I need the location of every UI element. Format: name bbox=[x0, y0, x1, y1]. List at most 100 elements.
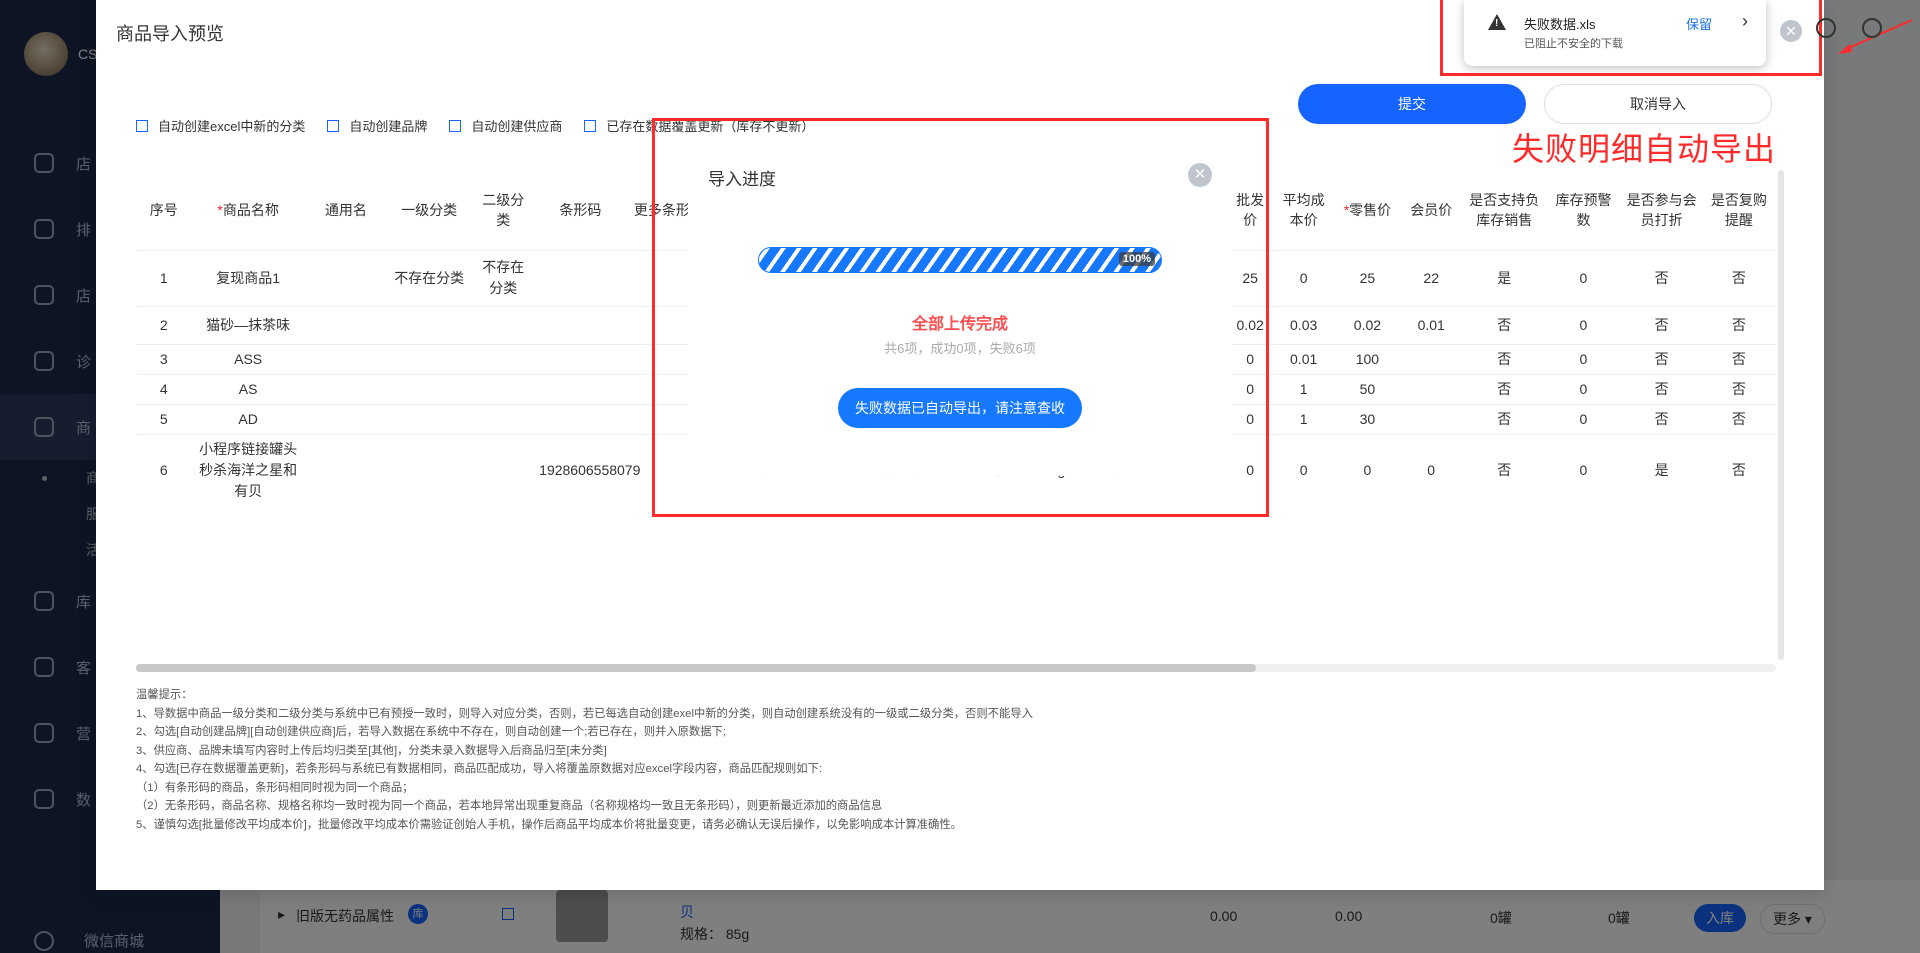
checkbox[interactable] bbox=[449, 119, 462, 132]
table-cell: 否 bbox=[1701, 305, 1776, 344]
table-cell bbox=[471, 373, 536, 404]
vertical-scrollbar[interactable] bbox=[1778, 170, 1784, 660]
column-header-label: 一级分类 bbox=[401, 201, 458, 218]
table-cell: 0.02 bbox=[1335, 305, 1400, 344]
table-cell bbox=[304, 249, 388, 306]
annotation-box-modal bbox=[652, 118, 1269, 517]
table-cell: 否 bbox=[1463, 403, 1546, 434]
column-header: *零售价 bbox=[1336, 170, 1400, 250]
option-auto-brand[interactable]: 自动创建品牌 bbox=[327, 116, 427, 135]
table-cell: 否 bbox=[1463, 343, 1546, 374]
table-cell bbox=[471, 343, 536, 374]
table-cell bbox=[471, 403, 536, 434]
table-cell: 否 bbox=[1621, 343, 1702, 374]
column-header-label: 是否参与会员打折 bbox=[1626, 191, 1697, 228]
table-cell: 0 bbox=[1545, 373, 1622, 404]
table-cell: 5 bbox=[136, 403, 192, 434]
table-cell: 猫砂—抹茶味 bbox=[191, 305, 305, 344]
header-icons bbox=[1816, 18, 1882, 38]
table-cell bbox=[535, 249, 626, 306]
column-header: 会员价 bbox=[1399, 170, 1463, 250]
checkbox[interactable] bbox=[584, 119, 597, 132]
table-cell bbox=[1399, 403, 1464, 434]
option-auto-supplier[interactable]: 自动创建供应商 bbox=[449, 116, 562, 135]
table-cell: 否 bbox=[1621, 249, 1702, 306]
column-header: 是否参与会员打折 bbox=[1622, 170, 1702, 250]
column-header: 是否复购提醒 bbox=[1702, 170, 1776, 250]
checkbox[interactable] bbox=[136, 119, 148, 132]
table-cell: 0 bbox=[1545, 305, 1622, 344]
clock-icon[interactable] bbox=[1862, 18, 1882, 38]
option-auto-category[interactable]: 自动创建excel中新的分类 bbox=[136, 116, 305, 135]
column-header-label: 是否复购提醒 bbox=[1710, 191, 1767, 228]
table-cell: 100 bbox=[1335, 343, 1400, 374]
download-blocked-text: 已阻止不安全的下载 bbox=[1524, 38, 1623, 50]
table-cell: 否 bbox=[1701, 373, 1776, 404]
table-cell: 0 bbox=[1335, 433, 1400, 506]
tip-line: 温馨提示： bbox=[136, 689, 193, 701]
tip-line: 1、导数据中商品一级分类和二级分类与系统中已有预授一致时，则导入对应分类，否则，… bbox=[136, 707, 1033, 720]
table-cell: 1 bbox=[1271, 373, 1336, 404]
column-header-label: 库存预警数 bbox=[1555, 191, 1612, 228]
table-cell: 3 bbox=[136, 343, 192, 374]
table-cell: 22 bbox=[1399, 249, 1464, 306]
table-cell bbox=[387, 373, 472, 404]
download-popup: ! 失败数据.xls 已阻止不安全的下载 保留 › bbox=[1464, 0, 1766, 66]
table-cell: 否 bbox=[1463, 433, 1546, 506]
horizontal-scrollbar[interactable] bbox=[136, 664, 1776, 672]
table-cell bbox=[535, 403, 626, 434]
column-header: 平均成本价 bbox=[1272, 170, 1336, 250]
table-cell: 小程序链接罐头秒杀海洋之星和有贝 bbox=[191, 433, 305, 506]
cancel-import-button[interactable]: 取消导入 bbox=[1544, 84, 1772, 124]
table-cell: 25 bbox=[1335, 249, 1400, 306]
table-cell: 1928606558079 bbox=[535, 433, 640, 506]
tip-line: 2、勾选[自动创建品牌][自动创建供应商]后，若导入数据在系统中不存在，则自动创… bbox=[136, 726, 726, 738]
table-cell: 0.03 bbox=[1271, 305, 1336, 344]
table-cell: 否 bbox=[1701, 403, 1776, 434]
column-header: 通用名 bbox=[305, 170, 387, 250]
option-label: 自动创建品牌 bbox=[349, 119, 428, 134]
table-cell: 否 bbox=[1701, 343, 1776, 374]
drawer-title: 商品导入预览 bbox=[116, 24, 224, 44]
table-cell bbox=[304, 343, 388, 374]
keep-download-button[interactable]: 保留 bbox=[1686, 14, 1712, 33]
table-cell: 否 bbox=[1701, 433, 1776, 506]
tips-section: 温馨提示： 1、导数据中商品一级分类和二级分类与系统中已有预授一致时，则导入对应分… bbox=[136, 686, 1033, 834]
table-cell bbox=[535, 305, 626, 344]
table-cell: 0 bbox=[1399, 433, 1464, 506]
column-header-label: 平均成本价 bbox=[1282, 191, 1325, 228]
table-cell: 否 bbox=[1621, 305, 1702, 344]
warning-icon: ! bbox=[1488, 14, 1506, 30]
tip-line: （1）有条形码的商品，条形码相同时视为同一个商品； bbox=[136, 781, 414, 794]
option-label: 自动创建供应商 bbox=[471, 119, 563, 134]
table-cell: 0 bbox=[1545, 433, 1622, 506]
table-cell: 0 bbox=[1271, 249, 1336, 306]
column-header: *商品名称 bbox=[192, 170, 305, 250]
table-cell: AD bbox=[191, 403, 305, 434]
tip-line: 3、供应商、品牌未填写内容时上传后均归类至[其他]，分类未录入数据导入后商品归至… bbox=[136, 744, 607, 757]
headset-icon[interactable] bbox=[1816, 18, 1836, 38]
table-cell bbox=[304, 305, 388, 344]
column-header-label: 通用名 bbox=[324, 201, 367, 218]
table-cell bbox=[1399, 373, 1464, 404]
table-cell bbox=[387, 305, 472, 344]
option-label: 自动创建excel中新的分类 bbox=[158, 119, 306, 134]
checkbox[interactable] bbox=[327, 119, 340, 132]
chevron-right-icon[interactable]: › bbox=[1742, 11, 1748, 32]
table-cell: 30 bbox=[1335, 403, 1400, 434]
table-cell bbox=[535, 343, 626, 374]
table-cell: 不存在分类 bbox=[471, 249, 536, 306]
column-header-label: 条形码 bbox=[559, 201, 602, 218]
column-header: 序号 bbox=[136, 170, 192, 250]
table-cell: 否 bbox=[1463, 373, 1546, 404]
table-cell: 0.01 bbox=[1271, 343, 1336, 374]
table-cell: 0 bbox=[1545, 403, 1622, 434]
table-cell bbox=[471, 305, 536, 344]
table-cell: 1 bbox=[136, 249, 192, 306]
tip-line: 5、谨慎勾选[批量修改平均成本价]，批量修改平均成本价需验证创始人手机，操作后商… bbox=[136, 818, 962, 831]
table-cell bbox=[535, 373, 626, 404]
column-header-label: 是否支持负库存销售 bbox=[1469, 191, 1540, 228]
submit-button[interactable]: 提交 bbox=[1298, 84, 1526, 124]
download-filename: 失败数据.xls bbox=[1524, 17, 1596, 32]
scrollbar-thumb[interactable] bbox=[136, 664, 1256, 672]
